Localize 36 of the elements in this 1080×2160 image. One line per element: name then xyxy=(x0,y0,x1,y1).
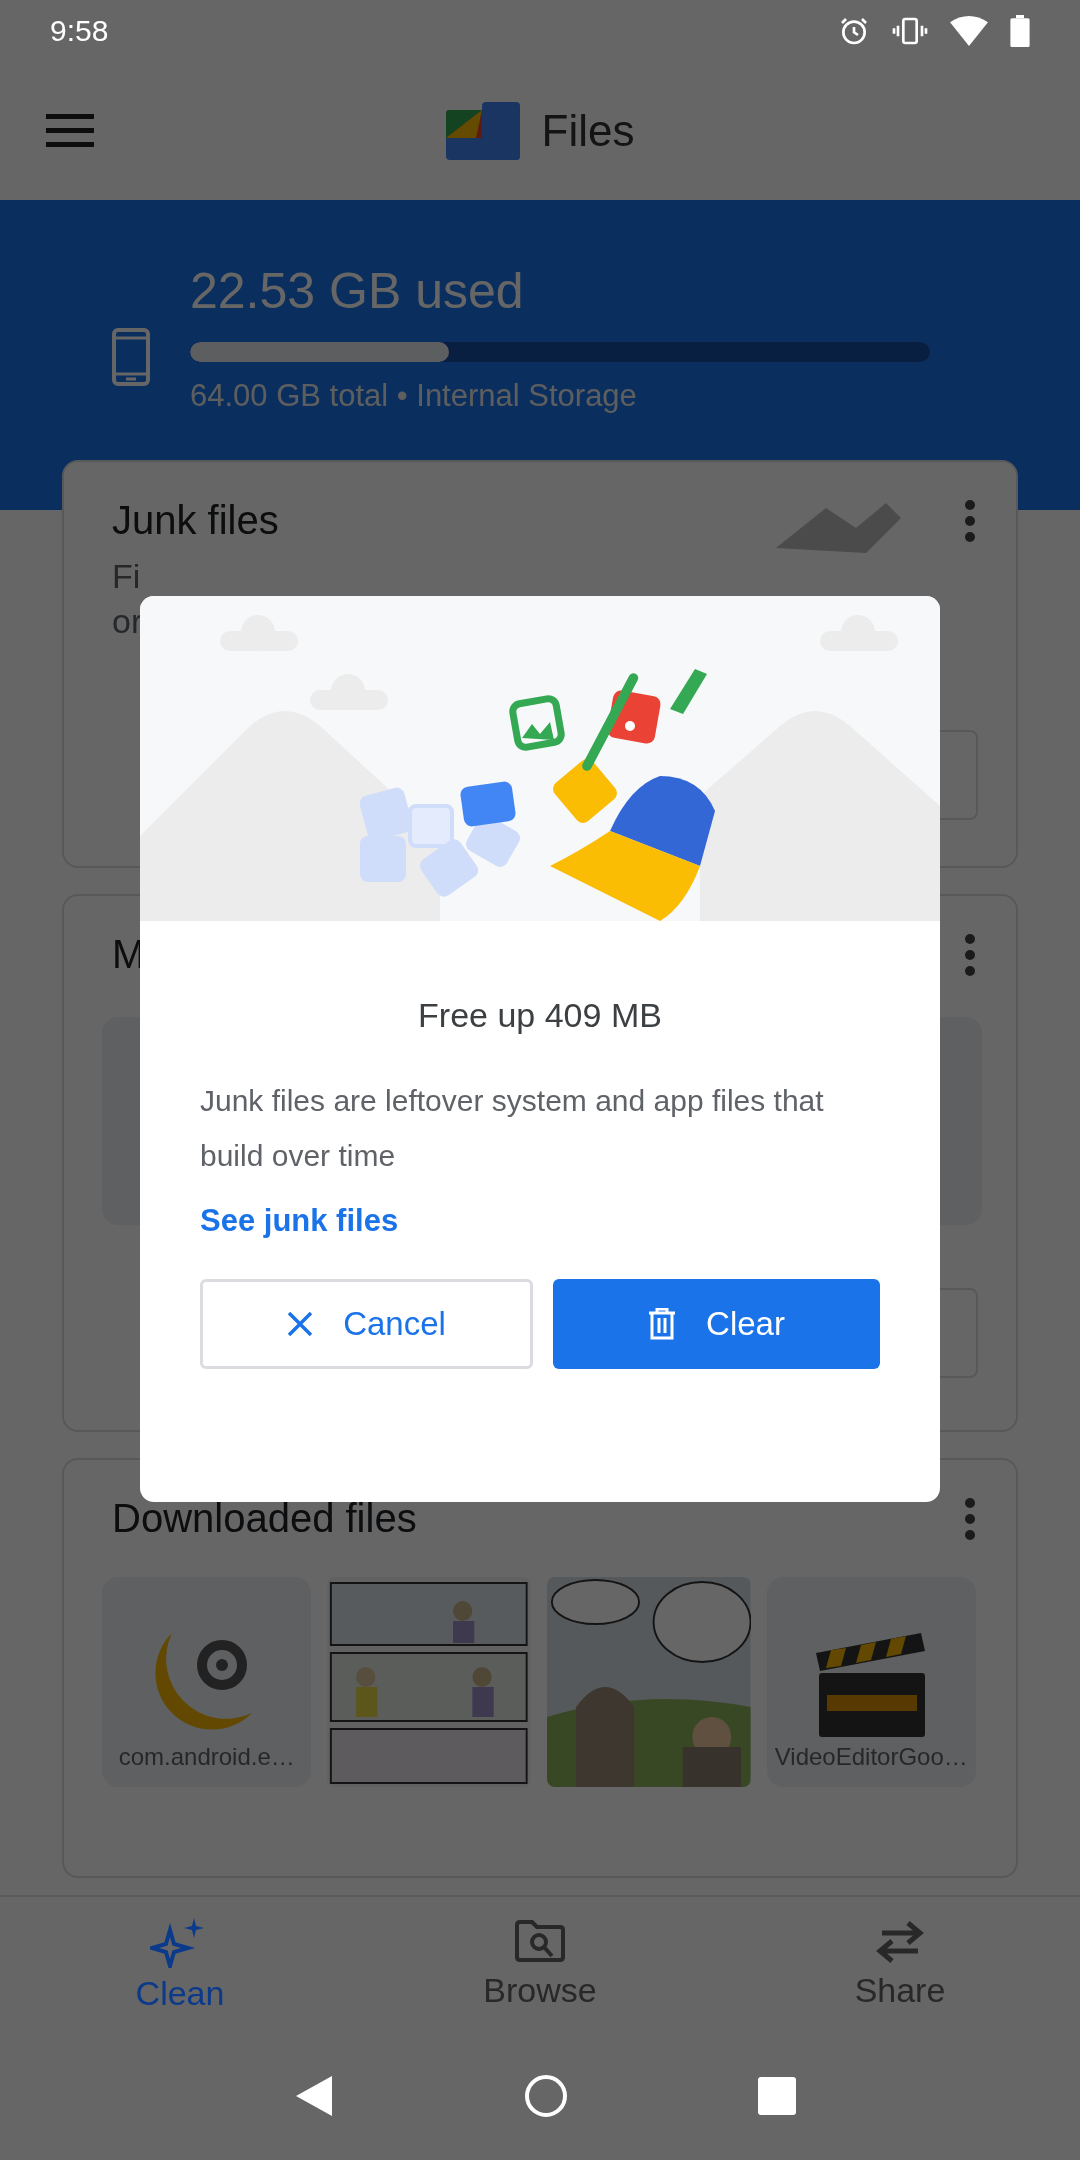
wifi-icon xyxy=(950,16,988,46)
status-time: 9:58 xyxy=(50,14,109,48)
more-icon[interactable] xyxy=(964,1496,976,1541)
dialog-message: Junk files are leftover system and app files that build over time xyxy=(200,1083,825,1174)
vibrate-icon xyxy=(892,15,928,47)
more-icon[interactable] xyxy=(964,932,976,977)
storage-detail: 64.00 GB total • Internal Storage xyxy=(190,378,638,414)
files-logo-icon xyxy=(445,102,520,160)
card-text: or xyxy=(112,602,143,641)
close-icon xyxy=(287,1311,314,1337)
menu-icon[interactable] xyxy=(46,114,94,148)
card-title: Downloaded files xyxy=(112,1496,417,1541)
recents-icon[interactable] xyxy=(757,2077,796,2115)
see-junk-files-link[interactable]: See junk files xyxy=(200,1203,399,1239)
battery-icon xyxy=(1010,15,1030,47)
nav-tab[interactable]: Share xyxy=(800,1919,1000,2010)
swap-icon xyxy=(874,1919,926,1965)
file-tile[interactable]: VideoEditorGoo… xyxy=(766,1577,976,1787)
phone-icon xyxy=(112,328,150,386)
folder-search-icon xyxy=(514,1919,566,1965)
app-title: Files xyxy=(541,106,635,156)
storage-used: 22.53 GB used xyxy=(190,262,525,320)
file-name: com.android.e… xyxy=(118,1743,295,1771)
file-name: VideoEditorGoo… xyxy=(774,1743,968,1771)
clear-button[interactable]: Clear xyxy=(553,1279,880,1369)
file-tile[interactable]: com.android.e… xyxy=(102,1577,312,1787)
card-title: Junk files xyxy=(112,498,279,543)
nav-tab[interactable]: Clean xyxy=(80,1916,280,2013)
dialog-title: Free up 409 MB xyxy=(418,996,662,1035)
trash-icon xyxy=(648,1308,677,1340)
home-icon[interactable] xyxy=(523,2073,569,2119)
more-icon[interactable] xyxy=(964,498,976,543)
card-text: Fi xyxy=(112,557,141,596)
back-icon[interactable] xyxy=(294,2074,335,2118)
nav-tab[interactable]: Browse xyxy=(440,1919,640,2010)
cancel-button[interactable]: Cancel xyxy=(200,1279,533,1369)
